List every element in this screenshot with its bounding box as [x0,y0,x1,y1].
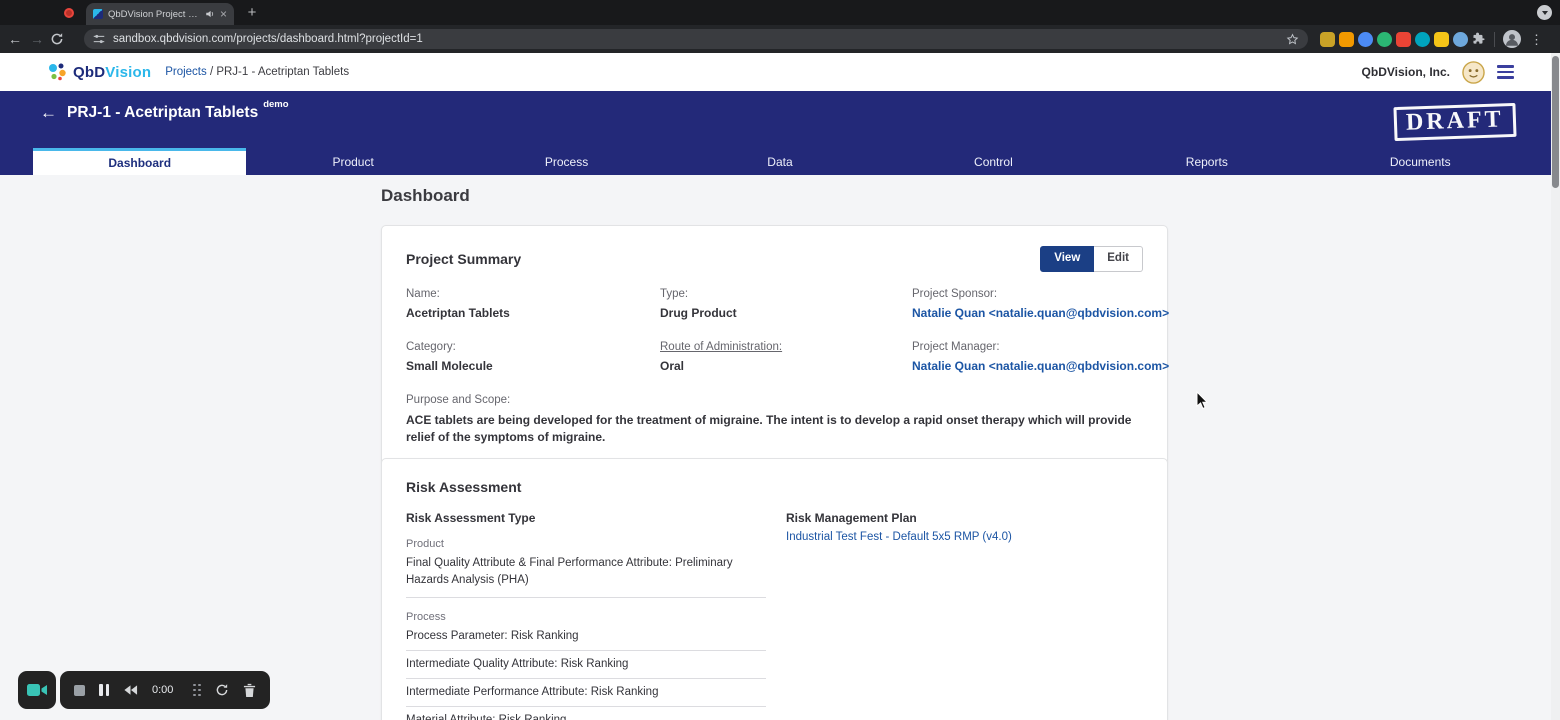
tab-close-icon[interactable]: × [220,8,227,20]
risk-assessment-title: Risk Assessment [406,479,522,495]
app-header: QbDVision Projects / PRJ-1 - Acetriptan … [0,53,1560,91]
manager-email-link[interactable]: Natalie Quan <natalie.quan@qbdvision.com… [912,359,1169,373]
camera-toggle-button[interactable] [18,671,56,709]
project-tab-bar: Dashboard Product Process Data Control R… [33,148,1527,175]
stop-button[interactable] [74,684,85,696]
risk-item: Intermediate Performance Attribute: Risk… [406,679,766,708]
recording-indicator-icon [64,8,74,18]
site-settings-icon[interactable] [93,33,105,45]
edit-button[interactable]: Edit [1094,246,1143,272]
scrollbar-thumb[interactable] [1552,56,1559,188]
page-scrollbar[interactable] [1551,53,1560,720]
recording-timer: 0:00 [152,684,174,696]
tab-control[interactable]: Control [887,148,1100,175]
extension-icon[interactable] [1320,31,1335,47]
project-title: PRJ-1 - Acetriptan Tablets [67,104,259,121]
banner-back-arrow[interactable]: ← [40,103,57,123]
extensions-row: ⋮ [1320,30,1543,48]
extension-icon[interactable] [1396,31,1411,47]
breadcrumb: Projects / PRJ-1 - Acetriptan Tablets [165,66,349,78]
reload-icon [51,33,63,45]
bookmark-star-icon[interactable] [1286,33,1299,46]
logo-text: QbDVision [73,63,152,81]
project-banner: ← PRJ-1 - Acetriptan Tablets demo DRAFT … [0,91,1560,175]
trash-icon[interactable] [243,683,256,698]
tab-documents[interactable]: Documents [1314,148,1527,175]
toolbar-divider [1494,31,1495,47]
tab-process[interactable]: Process [460,148,673,175]
project-summary-card: Project Summary View Edit Name: Acetript… [381,225,1169,466]
demo-badge: demo [263,99,289,110]
new-tab-button[interactable]: + [242,3,262,23]
qbdvision-logo[interactable]: QbDVision [46,62,151,82]
profile-avatar[interactable] [1503,30,1521,48]
rewind-icon[interactable] [123,684,138,696]
sponsor-email-link[interactable]: Natalie Quan <natalie.quan@qbdvision.com… [912,306,1169,320]
browser-toolbar: ← → sandbox.qbdvision.com/projects/dashb… [0,25,1560,53]
view-edit-toggle: View Edit [1040,246,1143,272]
company-name: QbDVision, Inc. [1361,65,1450,79]
field-type: Type: Drug Product [660,287,737,320]
breadcrumb-current: / PRJ-1 - Acetriptan Tablets [206,66,350,78]
field-name: Name: Acetriptan Tablets [406,287,510,320]
browser-menu-icon[interactable]: ⋮ [1530,33,1543,46]
url-text[interactable]: sandbox.qbdvision.com/projects/dashboard… [113,33,1278,45]
tab-reports[interactable]: Reports [1100,148,1313,175]
tab-audio-icon [206,10,214,18]
risk-item: Process Parameter: Risk Ranking [406,623,766,652]
risk-item: Intermediate Quality Attribute: Risk Ran… [406,651,766,680]
field-route-of-administration: Route of Administration: Oral [660,340,783,373]
logo-dots-icon [49,63,66,81]
reload-button[interactable] [50,32,72,46]
risk-management-plan-link[interactable]: Industrial Test Fest - Default 5x5 RMP (… [786,531,1012,543]
browser-tab[interactable]: QbDVision Project Dash... × [86,3,234,25]
recorder-controls: 0:00 [60,671,271,709]
summary-fields: Name: Acetriptan Tablets Type: Drug Prod… [406,287,1169,373]
mouse-cursor [1196,391,1209,410]
extension-icon[interactable] [1434,31,1449,47]
hamburger-menu-icon[interactable] [1497,65,1514,79]
purpose-and-scope: Purpose and Scope: ACE tablets are being… [406,393,1132,444]
draft-stamp: DRAFT [1393,102,1517,142]
extensions-puzzle-icon[interactable] [1472,32,1486,46]
main-content: Dashboard Project Summary View Edit Name… [0,175,1560,720]
extension-icon[interactable] [1453,31,1468,47]
camera-icon [27,684,47,696]
project-summary-title: Project Summary [406,250,522,267]
risk-item: Material Attribute: Risk Ranking [406,707,766,720]
risk-assessment-type-heading: Risk Assessment Type [406,511,536,525]
process-section-label: Process [406,611,446,624]
screen-recorder-widget: 0:00 [18,671,271,709]
product-risk-type: Final Quality Attribute & Final Performa… [406,555,766,599]
field-project-sponsor: Project Sponsor: Natalie Quan <natalie.q… [912,287,1170,320]
tab-favicon-icon [93,9,103,19]
extension-icon[interactable] [1358,31,1373,47]
extension-icon[interactable] [1339,31,1354,47]
tab-title: QbDVision Project Dash... [108,8,200,20]
extension-icon[interactable] [1377,31,1392,47]
back-button[interactable]: ← [4,31,26,47]
field-project-manager: Project Manager: Natalie Quan <natalie.q… [912,340,1170,373]
tab-search-button[interactable] [1537,5,1552,20]
forward-button[interactable]: → [26,31,48,47]
risk-assessment-card: Risk Assessment Risk Assessment Type Pro… [381,458,1168,720]
restart-icon[interactable] [215,683,229,697]
breadcrumb-projects-link[interactable]: Projects [165,66,207,78]
chevron-down-icon [1541,10,1548,15]
pause-button[interactable] [99,684,109,696]
tab-dashboard[interactable]: Dashboard [33,148,247,175]
address-bar[interactable]: sandbox.qbdvision.com/projects/dashboard… [84,29,1308,49]
extension-icon[interactable] [1415,31,1430,47]
user-avatar[interactable] [1462,60,1485,84]
tab-data[interactable]: Data [673,148,886,175]
browser-tab-strip: QbDVision Project Dash... × + [0,0,1560,25]
field-category: Category: Small Molecule [406,340,493,373]
view-button[interactable]: View [1040,246,1095,272]
product-section-label: Product [406,538,444,550]
tab-product[interactable]: Product [246,148,459,175]
drag-handle-icon[interactable] [193,683,201,697]
page-title: Dashboard [381,186,470,205]
risk-management-plan-heading: Risk Management Plan [786,511,917,525]
